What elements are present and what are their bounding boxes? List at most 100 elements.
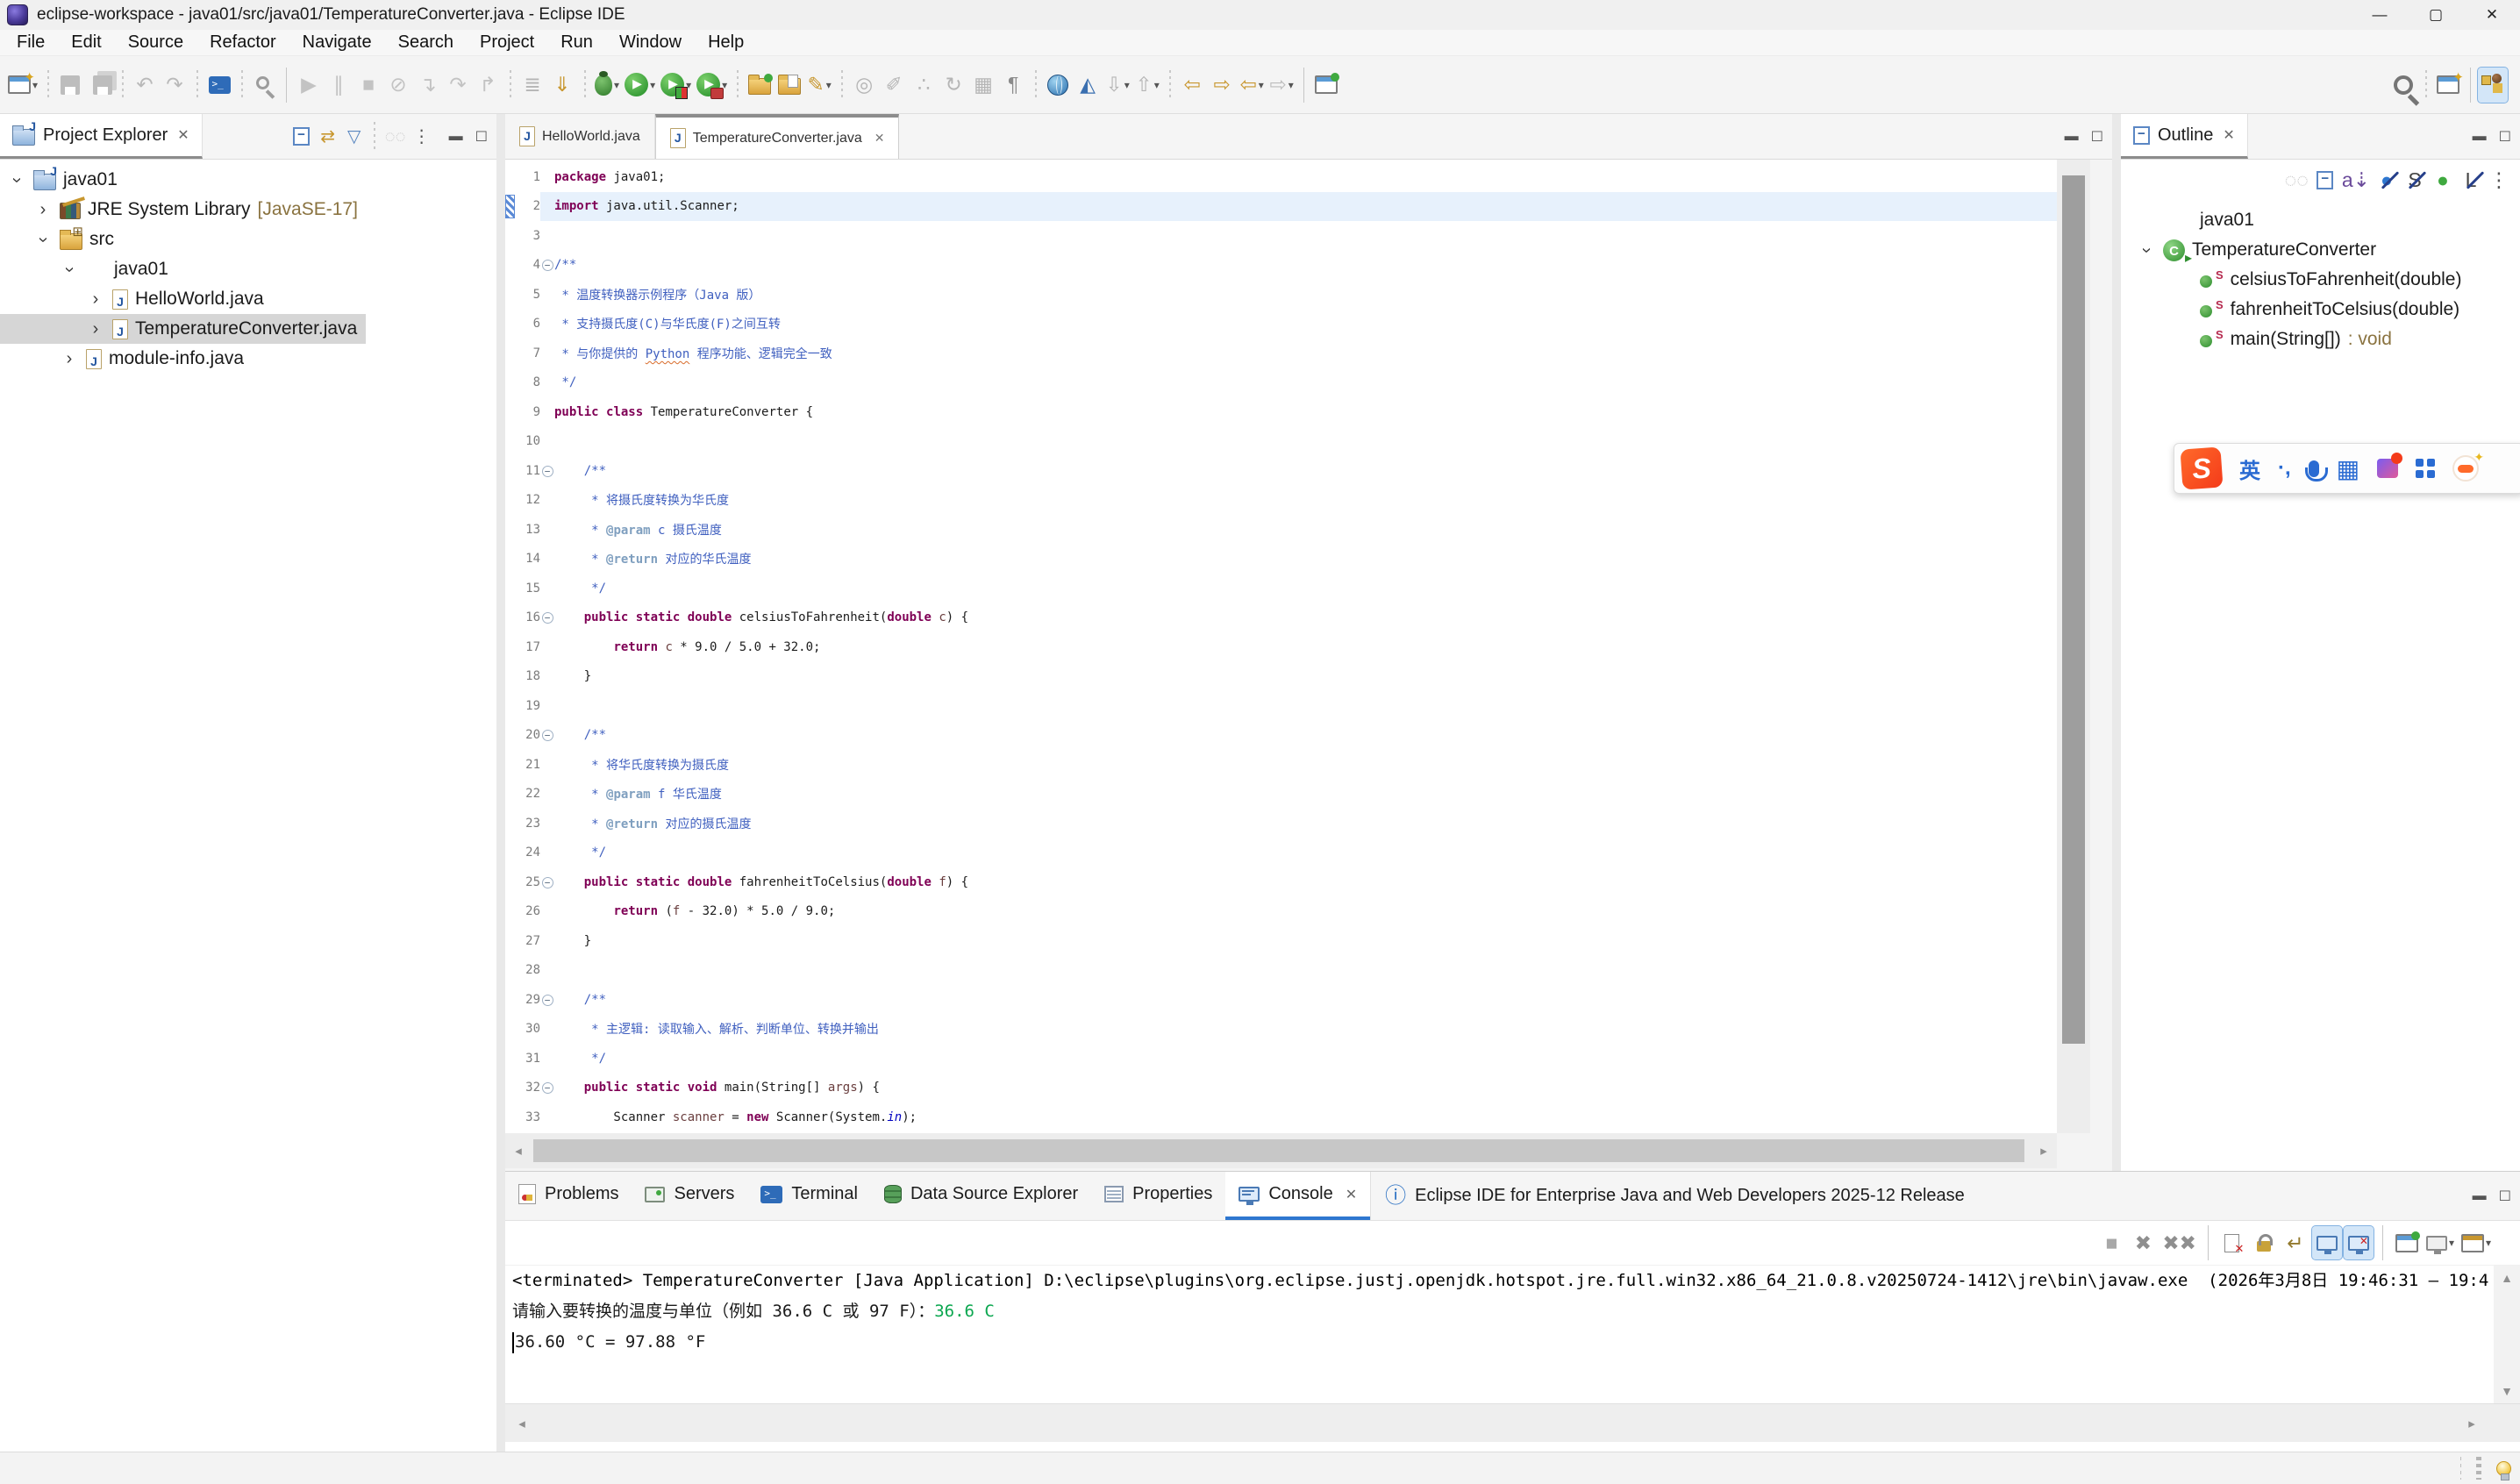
menu-file[interactable]: File (4, 30, 58, 56)
code-line-17[interactable]: 17 return c * 9.0 / 5.0 + 32.0; (505, 632, 2057, 662)
scroll-left-arrow[interactable]: ◂ (509, 1404, 535, 1442)
remove-all-terminated-icon[interactable]: ✖✖ (2159, 1226, 2199, 1259)
code-line-15[interactable]: 15 */ (505, 574, 2057, 603)
editor-tab-temperatureconverter-java[interactable]: TemperatureConverter.java ✕ (655, 114, 900, 159)
code-line-22[interactable]: 22 * @param f 华氏温度 (505, 780, 2057, 810)
code-line-13[interactable]: 13 * @param c 摄氏温度 (505, 515, 2057, 545)
close-icon[interactable]: ✕ (177, 126, 189, 144)
focus-icon[interactable]: ◌◌ (2282, 165, 2311, 195)
menu-project[interactable]: Project (467, 30, 547, 56)
code-line-26[interactable]: 26 return (f - 32.0) * 5.0 / 9.0; (505, 897, 2057, 927)
view-menu-icon[interactable]: ⋮ (2485, 165, 2513, 195)
code-line-30[interactable]: 30 * 主逻辑: 读取输入、解析、判断单位、转换并输出 (505, 1015, 2057, 1045)
externalize-strings-icon[interactable]: ↻ (939, 68, 968, 103)
fold-column[interactable]: − (540, 993, 554, 1007)
push-up-icon[interactable]: ⇧▾ (1132, 68, 1162, 103)
outline-item-main-string[interactable]: S main(String[]) : void (2126, 325, 2520, 354)
remove-launch-icon[interactable]: ✖ (2128, 1226, 2158, 1259)
new-wizard-icon[interactable]: ▾ (5, 68, 40, 103)
new-class-icon[interactable]: ✎▾ (804, 68, 834, 103)
code-line-29[interactable]: 29 − /** (505, 985, 2057, 1015)
tree-item-module-info-java[interactable]: ›module-info.java (0, 344, 496, 374)
code-line-10[interactable]: 10 (505, 427, 2057, 457)
resume-icon[interactable]: ▶ (294, 68, 324, 103)
menu-edit[interactable]: Edit (58, 30, 114, 56)
chevron-expanded-icon[interactable]: › (60, 260, 80, 279)
fold-column[interactable]: − (540, 610, 554, 624)
console-horizontal-scrollbar[interactable]: ◂ ▸ (505, 1403, 2520, 1442)
fold-column[interactable]: − (540, 464, 554, 478)
format-icon[interactable]: ✐ (879, 68, 909, 103)
minimize-panel-button[interactable]: ▬ (2473, 129, 2487, 145)
minimize-panel-button[interactable]: ▬ (449, 129, 463, 145)
chevron-expanded-icon[interactable]: › (7, 170, 27, 189)
open-console-icon[interactable]: ▾ (2459, 1226, 2494, 1259)
search-disabled-icon[interactable] (249, 68, 279, 103)
open-type-icon[interactable] (775, 68, 804, 103)
save-all-icon[interactable] (85, 68, 115, 103)
tab-console[interactable]: Console ✕ (1225, 1172, 1370, 1220)
redo-icon[interactable]: ↷ (160, 68, 189, 103)
java-search-icon[interactable]: ◭ (1073, 68, 1103, 103)
menu-search[interactable]: Search (385, 30, 467, 56)
code-line-16[interactable]: 16 − public static double celsiusToFahre… (505, 603, 2057, 633)
console-vertical-scrollbar[interactable]: ▲ ▼ (2494, 1266, 2520, 1403)
scroll-right-arrow[interactable]: ▸ (2459, 1404, 2485, 1442)
ime-mascot-icon[interactable] (2452, 455, 2479, 482)
chevron-collapsed-icon[interactable]: › (60, 349, 79, 369)
open-perspective-icon[interactable] (2433, 68, 2463, 103)
code-line-7[interactable]: 7 * 与你提供的 Python 程序功能、逻辑完全一致 (505, 339, 2057, 368)
code-line-2[interactable]: 2 import java.util.Scanner; (505, 192, 2057, 222)
menu-refactor[interactable]: Refactor (196, 30, 289, 56)
back-history-icon[interactable]: ⇦▾ (1237, 68, 1267, 103)
show-whitespace-icon[interactable]: ¶ (998, 68, 1028, 103)
use-step-filters-icon[interactable]: ⇓ (547, 68, 577, 103)
show-stderr-changed-icon[interactable] (2344, 1226, 2374, 1259)
clear-console-icon[interactable] (2217, 1226, 2247, 1259)
java-ee-perspective-icon[interactable] (2478, 68, 2508, 103)
scroll-right-arrow[interactable]: ▸ (2031, 1133, 2057, 1168)
next-edit-location-icon[interactable]: ⇨ (1207, 68, 1237, 103)
pin-editor-icon[interactable] (1311, 68, 1341, 103)
code-line-3[interactable]: 3 (505, 221, 2057, 251)
ime-punctuation-toggle[interactable]: ·, (2278, 456, 2291, 481)
open-web-browser-icon[interactable] (1043, 68, 1073, 103)
show-columns-icon[interactable]: ▦ (968, 68, 998, 103)
window-minimize-button[interactable]: — (2352, 0, 2408, 30)
tree-item-java01[interactable]: ›java01 (0, 254, 496, 284)
tab-data-source-explorer[interactable]: Data Source Explorer (871, 1172, 1091, 1220)
outline-item-temperatureconverter[interactable]: › TemperatureConverter (2126, 235, 2520, 265)
hide-local-types-icon[interactable]: L (2457, 165, 2485, 195)
step-return-icon[interactable]: ↱ (473, 68, 503, 103)
disconnect-icon[interactable]: ⊘ (383, 68, 413, 103)
code-line-4[interactable]: 4 − /** (505, 251, 2057, 281)
undo-icon[interactable]: ↶ (130, 68, 160, 103)
mark-occurrences-icon[interactable]: ◎ (849, 68, 879, 103)
scrollbar-thumb[interactable] (2062, 175, 2085, 1044)
code-line-12[interactable]: 12 * 将摄氏度转换为华氏度 (505, 486, 2057, 516)
fetch-down-icon[interactable]: ⇩▾ (1103, 68, 1132, 103)
maximize-panel-button[interactable]: ☐ (2499, 128, 2511, 146)
code-line-31[interactable]: 31 */ (505, 1044, 2057, 1074)
hide-non-public-icon[interactable]: ● (2429, 165, 2457, 195)
scroll-down-arrow[interactable]: ▼ (2494, 1384, 2520, 1398)
show-stdout-changed-icon[interactable] (2312, 1226, 2342, 1259)
code-line-27[interactable]: 27 } (505, 926, 2057, 956)
run-external-tools-icon[interactable]: ▾ (694, 68, 730, 103)
code-line-28[interactable]: 28 (505, 956, 2057, 986)
collapse-all-icon[interactable] (2311, 165, 2339, 195)
fold-column[interactable]: − (540, 1081, 554, 1095)
tab-servers[interactable]: Servers (632, 1172, 747, 1220)
terminate-icon[interactable]: ■ (353, 68, 383, 103)
close-icon[interactable]: ✕ (2223, 126, 2234, 144)
fold-column[interactable]: − (540, 728, 554, 742)
maximize-editor-button[interactable]: ☐ (2091, 128, 2103, 146)
scroll-left-arrow[interactable]: ◂ (505, 1133, 532, 1168)
word-wrap-icon[interactable]: ↵ (2281, 1226, 2310, 1259)
new-java-project-icon[interactable] (745, 68, 775, 103)
open-task-icon[interactable] (204, 68, 234, 103)
menu-source[interactable]: Source (115, 30, 196, 56)
hide-fields-icon[interactable]: ● (2373, 165, 2401, 195)
window-maximize-button[interactable]: ▢ (2408, 0, 2464, 30)
chevron-expanded-icon[interactable]: › (33, 230, 54, 249)
